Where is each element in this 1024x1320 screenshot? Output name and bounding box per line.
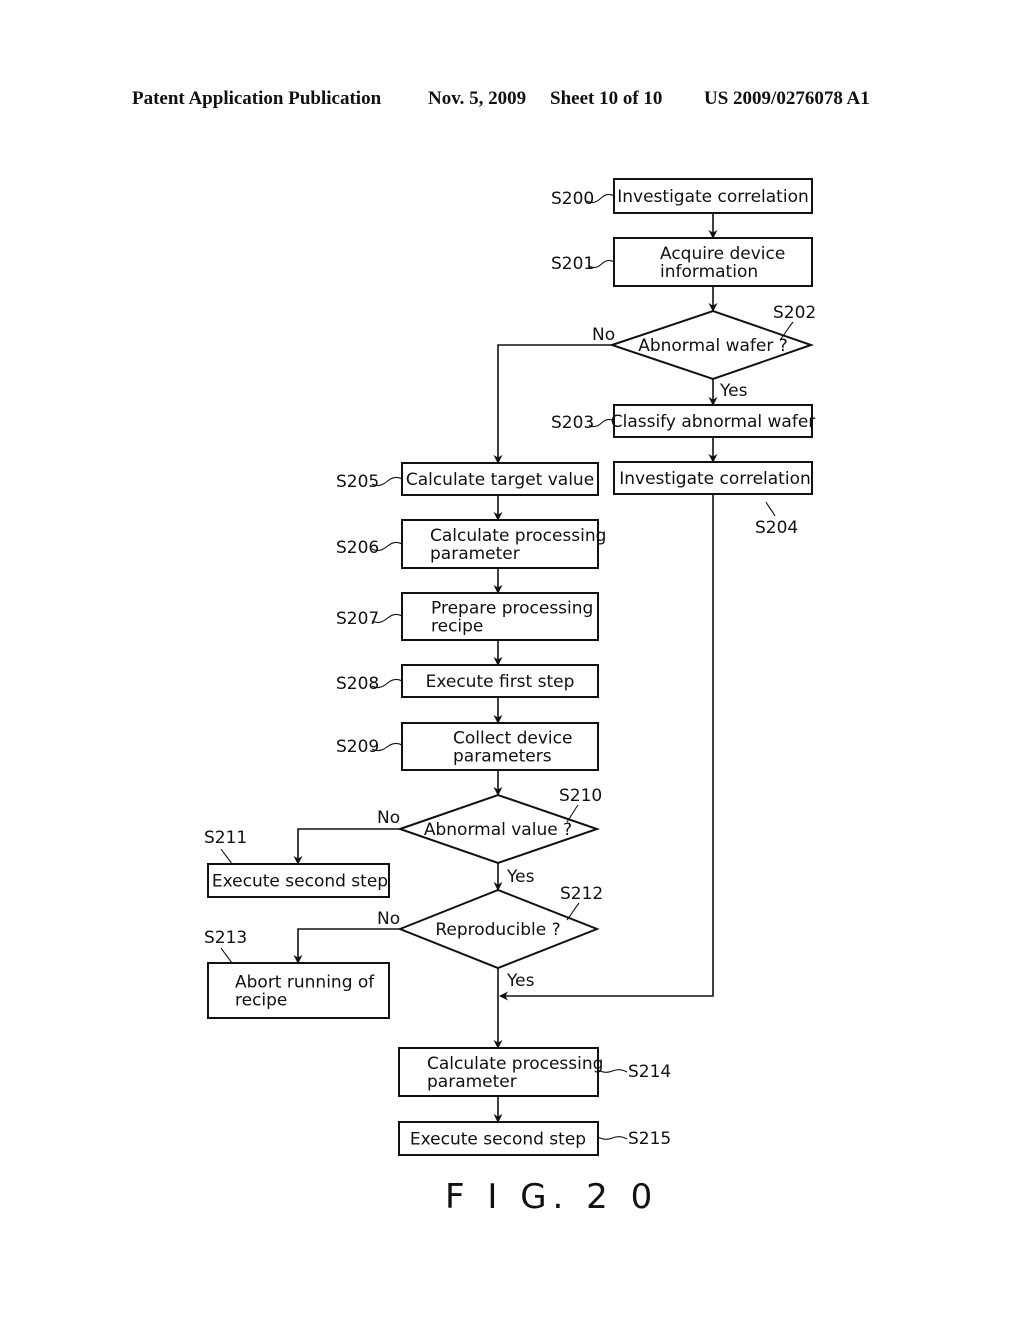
step-id-label: S202 — [773, 303, 816, 323]
leader-line — [597, 1136, 628, 1140]
node-text: Execute second step — [410, 1130, 586, 1150]
node-text: Abnormal value ? — [424, 820, 572, 840]
step-id-label: S203 — [551, 413, 594, 433]
flow-node-s210: Abnormal value ? S210 — [396, 786, 602, 865]
node-text: Execute second step — [212, 872, 388, 892]
step-id-label: S201 — [551, 254, 594, 274]
node-text: parameters — [453, 747, 552, 767]
node-text: parameter — [427, 1072, 517, 1092]
node-text: Collect device — [453, 729, 572, 749]
connector-s202-no-to-s205 — [493, 344, 612, 464]
flow-node-s201: Acquire deviceinformation S201 — [551, 237, 813, 287]
step-id-label: S212 — [560, 884, 603, 904]
edge-label-s210-no: No — [377, 808, 400, 828]
leader-line — [566, 804, 579, 823]
node-text: Abnormal wafer ? — [638, 336, 788, 356]
step-id-label: S213 — [204, 928, 247, 948]
flow-node-s200: Investigate correlation S200 — [551, 178, 813, 214]
node-text: Prepare processing — [431, 599, 593, 619]
flow-node-s207: Prepare processingrecipe S207 — [336, 592, 599, 641]
edge-label-s202-yes: Yes — [719, 381, 748, 401]
edge-label-s202-no: No — [592, 325, 615, 345]
connector-s210-no-to-s211 — [293, 828, 400, 865]
node-text: recipe — [431, 617, 483, 637]
leader-line — [566, 902, 580, 921]
flow-node-s211: Execute second step S211 — [204, 828, 390, 898]
edge-label-s212-yes: Yes — [506, 971, 535, 991]
node-text: Execute first step — [426, 672, 575, 692]
node-text: Investigate correlation — [619, 469, 811, 489]
node-text: Calculate processing — [430, 526, 606, 546]
node-text: Investigate correlation — [617, 187, 809, 207]
step-id-label: S205 — [336, 472, 379, 492]
figure-label: F I G. 2 0 — [445, 1177, 658, 1217]
flow-node-s206: Calculate processingparameter S206 — [336, 519, 606, 569]
flow-node-s208: Execute first step S208 — [336, 664, 599, 698]
leader-line — [220, 947, 233, 964]
node-text: information — [660, 262, 758, 282]
node-text: Abort running of — [235, 973, 375, 993]
step-id-label: S204 — [755, 518, 798, 538]
node-text: Calculate processing — [427, 1054, 603, 1074]
node-text: Acquire device — [660, 244, 785, 264]
step-id-label: S207 — [336, 609, 379, 629]
step-id-label: S215 — [628, 1129, 671, 1149]
edge-label-s210-yes: Yes — [506, 867, 535, 887]
step-id-label: S211 — [204, 828, 247, 848]
flow-node-s215: Execute second step S215 — [398, 1121, 671, 1156]
node-text: parameter — [430, 544, 520, 564]
connector-s212-no-to-s213 — [293, 928, 400, 964]
node-text: Reproducible ? — [435, 920, 560, 940]
flow-node-s213: Abort running ofrecipe S213 — [204, 928, 390, 1019]
node-text: recipe — [235, 991, 287, 1011]
flow-node-s212: Reproducible ?S212 — [397, 884, 603, 970]
flow-node-s214: Calculate processingparameter S214 — [398, 1047, 671, 1097]
flowchart: Investigate correlation S200 Acquire devic… — [204, 178, 816, 1217]
step-id-label: S214 — [628, 1062, 671, 1082]
flow-node-s203: Classify abnormal wafer S203 — [551, 404, 816, 438]
step-id-label: S210 — [559, 786, 602, 806]
leader-line — [220, 848, 233, 865]
flow-node-s209: Collect deviceparameters S209 — [336, 722, 599, 771]
node-text: Classify abnormal wafer — [611, 412, 816, 432]
step-id-label: S209 — [336, 737, 379, 757]
step-id-label: S200 — [551, 189, 594, 209]
step-id-label: S208 — [336, 674, 379, 694]
flow-node-s202: Abnormal wafer ? S202 — [608, 303, 816, 381]
node-text: Calculate target value — [406, 470, 594, 490]
step-id-label: S206 — [336, 538, 379, 558]
edge-label-s212-no: No — [377, 909, 400, 929]
leader-line — [765, 501, 776, 517]
flow-node-s205: Calculate target value S205 — [336, 462, 599, 496]
